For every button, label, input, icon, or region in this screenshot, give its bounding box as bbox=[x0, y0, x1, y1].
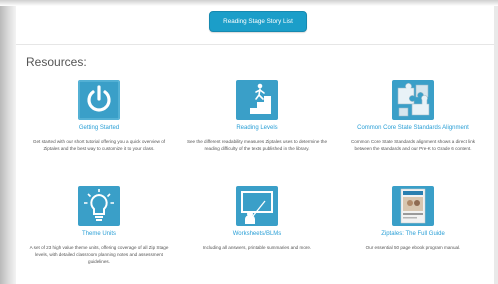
resource-card-reading-levels: Reading Levels See the different readabi… bbox=[178, 80, 336, 152]
resource-card-worksheets: Worksheets/BLMs Including all answers, p… bbox=[178, 186, 336, 251]
page-shadow-left bbox=[0, 0, 16, 284]
top-bar: Reading Stage Story List bbox=[16, 0, 494, 44]
divider bbox=[16, 44, 494, 45]
puzzle-icon[interactable] bbox=[392, 80, 434, 120]
resource-title[interactable]: Common Core State Standards Alignment bbox=[334, 125, 492, 131]
resource-description: Get started with our short tutorial offe… bbox=[32, 139, 166, 152]
guide-book-icon[interactable] bbox=[392, 186, 434, 226]
reading-stage-story-list-button[interactable]: Reading Stage Story List bbox=[209, 11, 307, 32]
resource-card-theme-units: Theme Units A set of 23 high value theme… bbox=[20, 186, 178, 266]
resource-title[interactable]: Worksheets/BLMs bbox=[178, 231, 336, 237]
page-edge-right bbox=[494, 0, 498, 284]
resource-card-common-core: Common Core State Standards Alignment Co… bbox=[334, 80, 492, 152]
page-shadow-top bbox=[0, 0, 498, 6]
resource-title[interactable]: Reading Levels bbox=[178, 125, 336, 131]
resource-description: Common Core State Standards alignment sh… bbox=[350, 139, 476, 152]
resource-card-getting-started: Getting Started Get started with our sho… bbox=[20, 80, 178, 152]
resource-description: See the different readability measures Z… bbox=[186, 139, 328, 152]
resource-title[interactable]: Ziptales: The Full Guide bbox=[334, 231, 492, 237]
resource-description: Our essential 50 page ebook program manu… bbox=[365, 245, 461, 250]
resource-description: A set of 23 high value theme units, offe… bbox=[29, 245, 169, 265]
resources-panel: Reading Stage Story List Resources: Gett… bbox=[16, 0, 494, 284]
stairs-icon[interactable] bbox=[236, 80, 278, 120]
resource-title[interactable]: Theme Units bbox=[20, 231, 178, 237]
power-icon[interactable] bbox=[78, 80, 120, 120]
resource-title[interactable]: Getting Started bbox=[20, 125, 178, 131]
resources-heading: Resources: bbox=[26, 55, 87, 69]
resource-description: Including all answers, printable summari… bbox=[202, 245, 312, 250]
teacher-board-icon[interactable] bbox=[236, 186, 278, 226]
lightbulb-icon[interactable] bbox=[78, 186, 120, 226]
resource-card-full-guide: Ziptales: The Full Guide Our essential 5… bbox=[334, 186, 492, 251]
